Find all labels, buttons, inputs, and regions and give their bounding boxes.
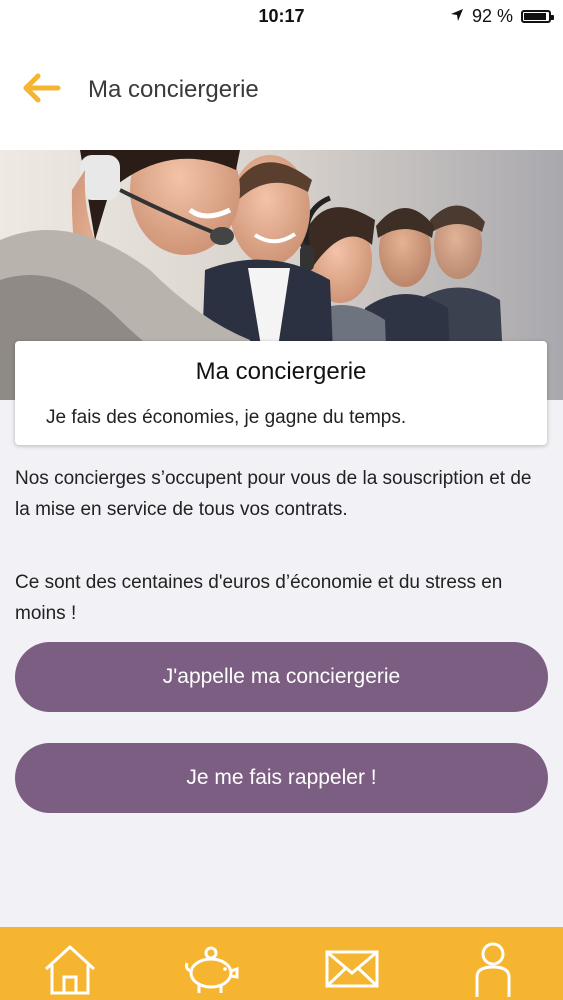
navigation-bar: Ma conciergerie xyxy=(0,34,563,150)
home-icon xyxy=(44,945,96,995)
description-paragraph-2: Ce sont des centaines d'euros d’économie… xyxy=(15,572,503,624)
arrow-left-icon xyxy=(23,73,61,103)
tab-bar xyxy=(0,927,563,1000)
back-button[interactable] xyxy=(20,66,64,110)
info-card: Ma conciergerie Je fais des économies, j… xyxy=(15,341,547,445)
request-callback-button[interactable]: Je me fais rappeler ! xyxy=(15,743,548,813)
status-bar: 10:17 92 % xyxy=(0,0,563,34)
piggy-bank-icon xyxy=(185,946,239,993)
status-right: 92 % xyxy=(450,6,554,27)
description-paragraph-1: Nos concierges s’occupent pour vous de l… xyxy=(15,468,532,520)
card-subtitle: Je fais des économies, je gagne du temps… xyxy=(46,407,407,428)
call-concierge-button[interactable]: J'appelle ma conciergerie xyxy=(15,642,548,712)
tab-home[interactable] xyxy=(40,939,100,999)
card-title: Ma conciergerie xyxy=(195,358,367,385)
user-icon xyxy=(475,942,511,997)
battery-percentage: 92 % xyxy=(471,6,513,26)
mail-icon xyxy=(325,950,379,988)
tab-messages[interactable] xyxy=(322,939,382,999)
tab-profile[interactable] xyxy=(463,939,523,999)
battery-level xyxy=(524,13,546,20)
location-icon xyxy=(450,6,464,27)
battery-icon xyxy=(521,10,554,23)
page-title: Ma conciergerie xyxy=(88,76,259,103)
tab-savings[interactable] xyxy=(181,939,241,999)
